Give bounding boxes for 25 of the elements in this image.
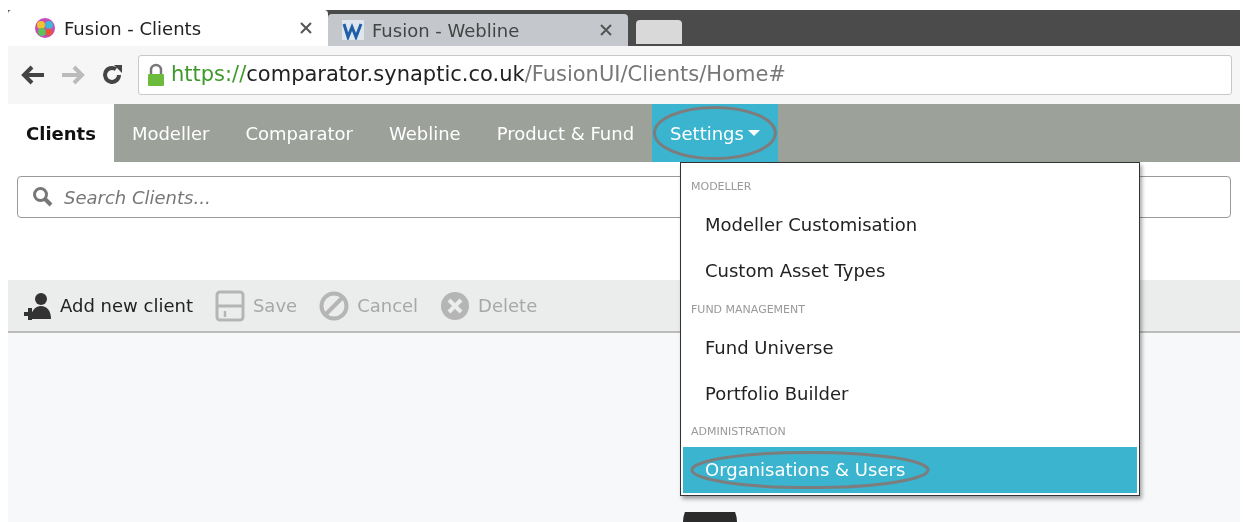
back-icon[interactable] xyxy=(20,64,46,86)
caret-icon xyxy=(747,130,760,136)
menu-item[interactable]: Portfolio Builder xyxy=(683,370,1137,416)
add-user-icon xyxy=(22,290,52,321)
nav-tab[interactable]: Clients xyxy=(8,104,114,162)
search-icon xyxy=(32,186,54,208)
browser-tab[interactable]: Fusion - Webline xyxy=(328,14,628,46)
padlock-icon xyxy=(147,63,165,87)
close-icon xyxy=(300,22,312,34)
menu-item[interactable]: Custom Asset Types xyxy=(683,247,1137,294)
close-icon xyxy=(600,24,612,36)
toolbar-button[interactable]: Add new client xyxy=(22,290,193,321)
browser-tab[interactable]: Fusion - Clients xyxy=(8,10,328,46)
avatar-icon xyxy=(683,512,737,522)
brain-icon xyxy=(34,17,56,39)
w-logo-icon xyxy=(342,20,364,40)
delete-icon xyxy=(440,290,471,321)
menu-item[interactable]: Fund Universe xyxy=(683,324,1137,370)
menu-section-header: FUND MANAGEMENT xyxy=(690,301,806,318)
address-bar[interactable]: https://comparator.synaptic.co.uk/FusionUI/Clients/Home# xyxy=(138,55,1232,95)
reload-icon[interactable] xyxy=(100,63,124,87)
menu-section-header: MODELLER xyxy=(690,179,753,195)
prohibited-icon xyxy=(319,290,350,321)
menu-section-header: ADMINISTRATION xyxy=(690,424,787,440)
url-text: https://comparator.synaptic.co.uk/FusionUI/Clients/Home# xyxy=(171,61,786,89)
